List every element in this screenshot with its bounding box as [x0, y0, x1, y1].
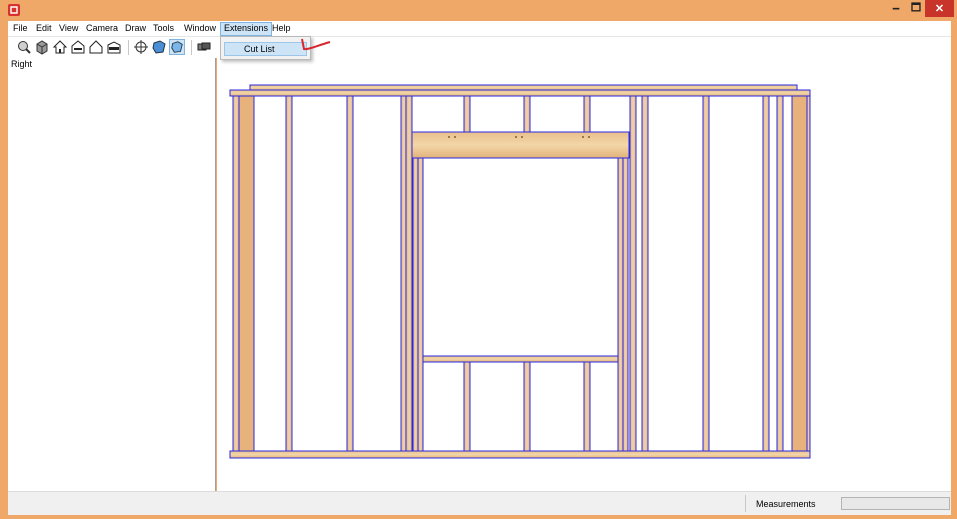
- wall-frame-model[interactable]: [217, 58, 951, 491]
- sketchup-window: 🗕 🗖 ✕ File Edit View Camera Draw Tools W…: [0, 0, 957, 519]
- end-stud[interactable]: [232, 95, 240, 452]
- menu-help[interactable]: Help: [269, 22, 294, 36]
- stud[interactable]: [629, 95, 637, 452]
- king-stud[interactable]: [405, 95, 413, 452]
- stud[interactable]: [762, 95, 770, 452]
- measurements-label: Measurements: [756, 499, 816, 509]
- status-separator: [745, 495, 746, 512]
- back-view-icon[interactable]: [106, 39, 122, 55]
- end-stud-wide[interactable]: [791, 95, 808, 452]
- components-icon[interactable]: [196, 39, 212, 55]
- stud[interactable]: [776, 95, 784, 452]
- close-button[interactable]: ✕: [925, 0, 954, 17]
- cripple-stud[interactable]: [583, 95, 591, 133]
- nail-mark: [582, 136, 584, 138]
- toolbar-separator: [191, 40, 192, 55]
- nail-mark: [448, 136, 450, 138]
- cut-list-menu-item[interactable]: Cut List: [224, 42, 307, 56]
- right-view-icon[interactable]: [88, 39, 104, 55]
- end-stud[interactable]: [806, 95, 811, 452]
- stud[interactable]: [285, 95, 293, 452]
- top-plate-upper[interactable]: [249, 84, 798, 91]
- stud[interactable]: [702, 95, 710, 452]
- bottom-plate[interactable]: [229, 450, 811, 459]
- extensions-dropdown-menu: Cut List: [220, 36, 311, 60]
- views-toolbar: [8, 36, 951, 58]
- nail-mark: [588, 136, 590, 138]
- stud[interactable]: [641, 95, 649, 452]
- orbit-icon[interactable]: [133, 39, 149, 55]
- menu-extensions[interactable]: Extensions: [220, 22, 273, 36]
- window-border: [0, 515, 957, 519]
- jack-stud[interactable]: [412, 157, 419, 452]
- title-bar: 🗕 🗖 ✕: [0, 0, 957, 20]
- outliner-panel: Right: [8, 58, 216, 491]
- menu-file[interactable]: File: [10, 22, 31, 36]
- menu-edit[interactable]: Edit: [33, 22, 55, 36]
- stud[interactable]: [346, 95, 354, 452]
- cripple-stud[interactable]: [463, 361, 471, 452]
- jack-stud[interactable]: [617, 157, 624, 452]
- nail-mark: [515, 136, 517, 138]
- cripple-stud[interactable]: [583, 361, 591, 452]
- nail-mark: [521, 136, 523, 138]
- zoom-extents-icon[interactable]: [16, 39, 32, 55]
- jack-stud[interactable]: [417, 157, 424, 452]
- jack-stud[interactable]: [622, 157, 629, 452]
- menu-camera[interactable]: Camera: [83, 22, 121, 36]
- nail-mark: [454, 136, 456, 138]
- window-sill[interactable]: [422, 355, 619, 363]
- 3d-viewport[interactable]: [217, 58, 951, 491]
- cripple-stud[interactable]: [523, 95, 531, 133]
- measurements-input[interactable]: [841, 497, 950, 510]
- iso-view-icon[interactable]: [34, 39, 50, 55]
- toolbar-separator: [128, 40, 129, 55]
- menu-window[interactable]: Window: [181, 22, 219, 36]
- status-bar: Measurements: [8, 491, 951, 515]
- cripple-stud[interactable]: [523, 361, 531, 452]
- menu-view[interactable]: View: [56, 22, 81, 36]
- end-stud-wide[interactable]: [238, 95, 255, 452]
- pan-icon[interactable]: [151, 39, 167, 55]
- red-checkmark-annotation: [301, 38, 331, 51]
- front-view-icon[interactable]: [70, 39, 86, 55]
- menu-draw[interactable]: Draw: [122, 22, 149, 36]
- window-header[interactable]: [411, 131, 630, 159]
- top-plate-lower[interactable]: [229, 89, 811, 97]
- top-view-icon[interactable]: [52, 39, 68, 55]
- view-name-label: Right: [11, 59, 33, 69]
- sketchup-logo-icon: [8, 4, 20, 16]
- menu-tools[interactable]: Tools: [150, 22, 177, 36]
- cripple-stud[interactable]: [463, 95, 471, 133]
- menu-bar: File Edit View Camera Draw Tools Window …: [8, 21, 951, 36]
- walk-icon[interactable]: [169, 39, 185, 55]
